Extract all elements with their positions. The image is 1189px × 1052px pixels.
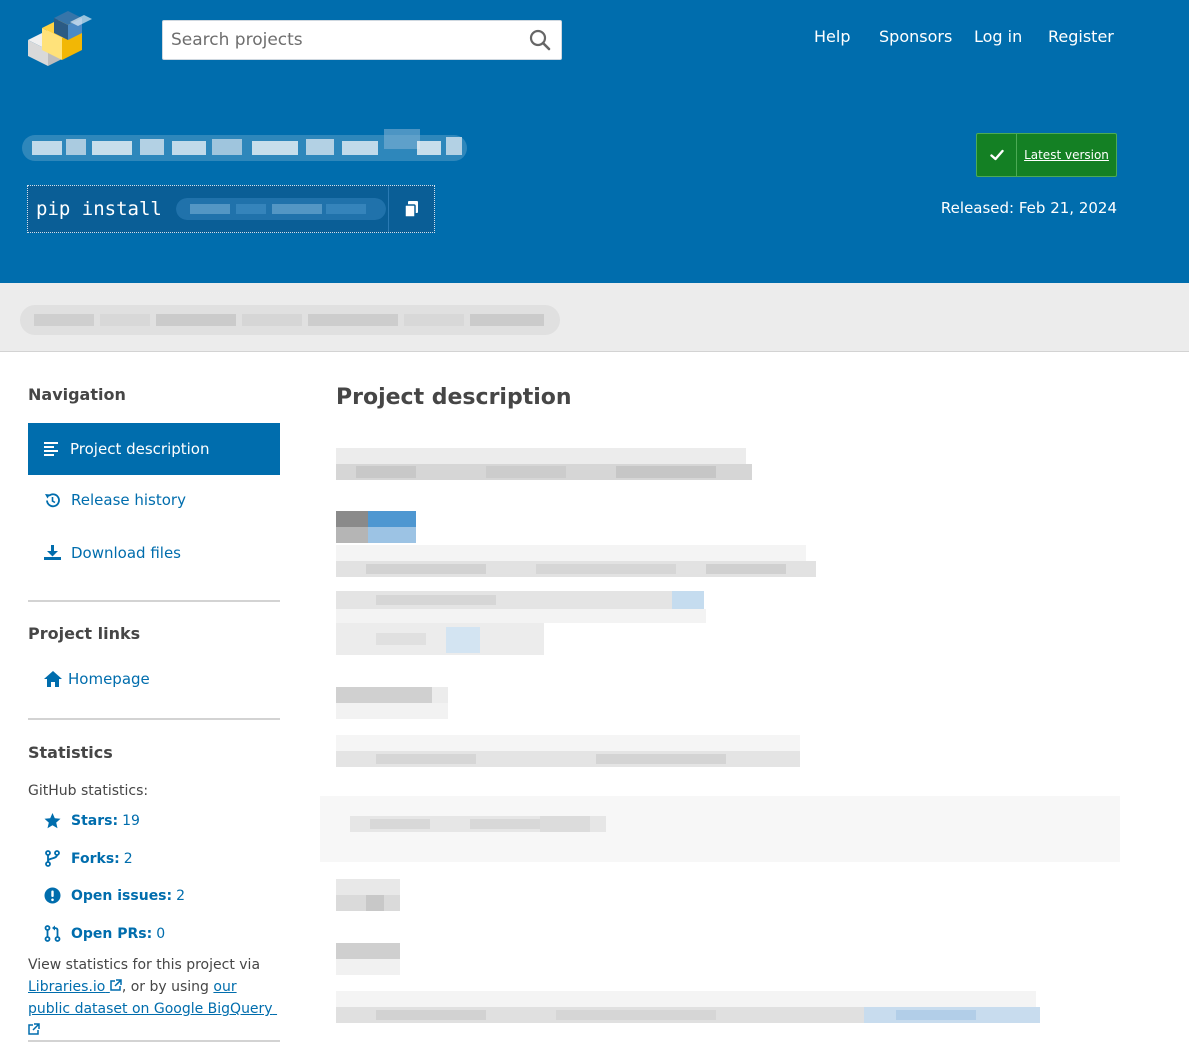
- header-nav: Help Sponsors Log in Register: [0, 27, 1189, 51]
- stat-open-issues-label: Open issues:: [71, 887, 173, 904]
- nav-download-files[interactable]: Download files: [28, 533, 280, 573]
- navigation-heading: Navigation: [28, 385, 126, 404]
- align-left-icon: [44, 442, 58, 456]
- stat-forks-label: Forks:: [71, 850, 120, 867]
- stat-forks-value: 2: [123, 850, 133, 867]
- package-name-redacted: [176, 198, 386, 220]
- libraries-io-link[interactable]: Libraries.io: [28, 979, 122, 995]
- description-line-redacted: [336, 687, 448, 719]
- package-title-redacted: [22, 129, 467, 161]
- statistics-heading: Statistics: [28, 743, 113, 762]
- stat-open-prs-label: Open PRs:: [71, 925, 153, 942]
- code-block-redacted: [320, 796, 1120, 862]
- exclamation-circle-icon: [44, 887, 61, 904]
- stat-open-issues-value: 2: [176, 887, 186, 904]
- stat-open-prs[interactable]: Open PRs: 0: [44, 925, 165, 942]
- project-links-heading: Project links: [28, 624, 141, 643]
- pip-command: pip install: [28, 186, 388, 232]
- top-bar: Help Sponsors Log in Register: [0, 0, 1189, 81]
- fork-icon: [45, 850, 60, 867]
- description-line-redacted: [336, 943, 400, 975]
- description-line-redacted: [336, 991, 1040, 1023]
- external-link-icon: [110, 979, 122, 991]
- pip-install-box: pip install: [27, 185, 435, 233]
- description-line-redacted: [336, 623, 544, 655]
- stat-stars[interactable]: Stars: 19: [44, 813, 140, 829]
- stat-open-issues[interactable]: Open issues: 2: [44, 887, 185, 904]
- sidebar-divider: [28, 718, 280, 720]
- stat-stars-value: 19: [122, 813, 140, 829]
- badge-image-redacted: [336, 511, 416, 543]
- stat-open-prs-value: 0: [156, 925, 166, 942]
- description-line-redacted: [336, 448, 752, 480]
- summary-text-redacted: [20, 305, 560, 335]
- pull-request-icon: [44, 925, 61, 942]
- package-summary: [0, 283, 1189, 352]
- pip-command-text: pip install: [36, 198, 162, 220]
- code-line-redacted: [350, 816, 606, 832]
- stats-text-1: View statistics for this project via: [28, 957, 261, 973]
- sidebar-divider: [28, 1040, 280, 1042]
- nav-release-history[interactable]: Release history: [28, 480, 280, 520]
- release-date: Released: Feb 21, 2024: [940, 199, 1117, 217]
- statistics-note: View statistics for this project via Lib…: [28, 954, 280, 1042]
- stat-stars-label: Stars:: [71, 813, 119, 829]
- homepage-label: Homepage: [68, 670, 150, 688]
- copy-button[interactable]: [388, 186, 434, 232]
- homepage-link[interactable]: Homepage: [44, 670, 150, 688]
- home-icon: [44, 671, 62, 687]
- latest-version-badge[interactable]: Latest version: [976, 133, 1117, 177]
- sponsors-link[interactable]: Sponsors: [879, 27, 952, 46]
- project-description-heading: Project description: [336, 385, 572, 410]
- checkmark-icon: [989, 149, 1004, 161]
- github-statistics-label: GitHub statistics:: [28, 783, 149, 799]
- description-line-redacted: [336, 591, 706, 623]
- description-line-redacted: [336, 879, 400, 911]
- copy-icon: [403, 201, 418, 218]
- login-link[interactable]: Log in: [974, 27, 1022, 46]
- nav-project-description-label: Project description: [70, 440, 210, 458]
- stats-text-2: , or by using: [121, 979, 209, 995]
- nav-project-description[interactable]: Project description: [28, 423, 280, 475]
- latest-check: [977, 134, 1017, 176]
- libraries-io-label: Libraries.io: [28, 979, 106, 995]
- sidebar-divider: [28, 600, 280, 602]
- nav-release-history-label: Release history: [71, 491, 186, 509]
- external-link-icon: [28, 1023, 40, 1035]
- download-icon: [44, 545, 61, 560]
- description-line-redacted: [336, 545, 816, 577]
- package-banner: pip install Latest version Released: Feb…: [0, 81, 1189, 283]
- star-icon: [44, 813, 61, 829]
- help-link[interactable]: Help: [814, 27, 850, 46]
- description-line-redacted: [336, 735, 800, 767]
- latest-version-label: Latest version: [1024, 148, 1109, 162]
- history-icon: [45, 492, 60, 507]
- nav-download-files-label: Download files: [71, 544, 181, 562]
- register-link[interactable]: Register: [1048, 27, 1114, 46]
- stat-forks[interactable]: Forks: 2: [44, 850, 133, 867]
